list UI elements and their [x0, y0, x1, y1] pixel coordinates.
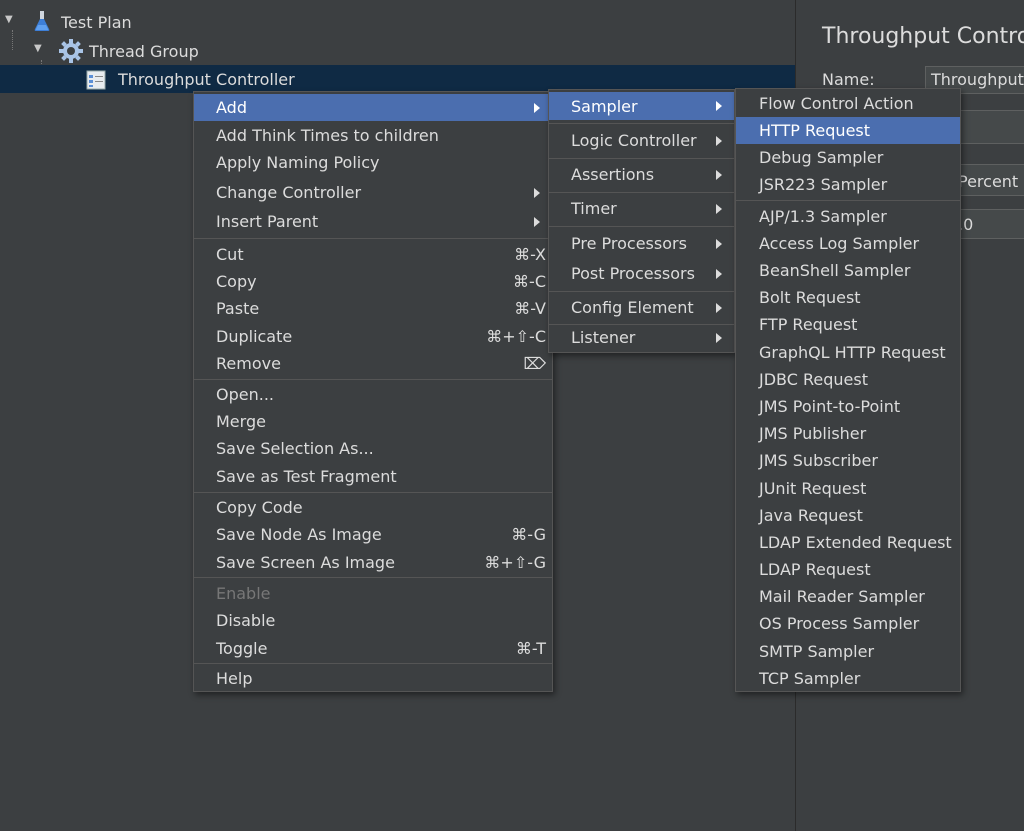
shortcut: ⌘+⇧-C	[486, 327, 546, 346]
shortcut: ⌘-X	[514, 245, 546, 264]
menu-item-enable: Enable	[216, 584, 271, 603]
menu-separator	[194, 379, 552, 380]
sampler-submenu: Flow Control Action HTTP Request Debug S…	[735, 88, 961, 692]
menu-item-merge[interactable]: Merge	[194, 408, 552, 435]
menu-separator	[549, 291, 734, 292]
menu-item-sampler[interactable]: Sampler	[549, 92, 734, 120]
menu-separator	[194, 663, 552, 664]
menu-item-jms-point-to-point[interactable]: JMS Point-to-Point	[736, 393, 960, 420]
menu-item-bolt-request[interactable]: Bolt Request	[736, 284, 960, 311]
menu-item-save-selection[interactable]: Save Selection As...	[194, 435, 552, 462]
tree-node-test-plan[interactable]: ▼ Test Plan	[0, 8, 790, 37]
shortcut: ⌘-C	[513, 272, 546, 291]
menu-item-jdbc-request[interactable]: JDBC Request	[736, 366, 960, 393]
menu-item-duplicate[interactable]: Duplicate ⌘+⇧-C	[194, 323, 552, 350]
chevron-right-icon	[534, 187, 540, 198]
menu-item-apply-naming-policy[interactable]: Apply Naming Policy	[194, 149, 552, 176]
shortcut: ⌘-T	[515, 639, 546, 658]
menu-separator	[549, 192, 734, 193]
chevron-right-icon	[534, 102, 540, 113]
menu-separator	[549, 226, 734, 227]
menu-item-access-log-sampler[interactable]: Access Log Sampler	[736, 230, 960, 257]
menu-item-smtp-sampler[interactable]: SMTP Sampler	[736, 638, 960, 665]
menu-item-save-screen-image[interactable]: Save Screen As Image ⌘+⇧-G	[194, 549, 552, 576]
menu-item-help[interactable]: Help	[194, 665, 552, 692]
menu-item-cut[interactable]: Cut ⌘-X	[194, 241, 552, 268]
tree-label: Thread Group	[89, 42, 199, 61]
shortcut: ⌘-V	[514, 299, 546, 318]
mode-select-value: Percent E	[958, 172, 1024, 191]
menu-item-save-fragment[interactable]: Save as Test Fragment	[194, 463, 552, 490]
menu-item-jms-subscriber[interactable]: JMS Subscriber	[736, 447, 960, 474]
menu-item-flow-control-action[interactable]: Flow Control Action	[736, 90, 960, 117]
menu-item-copy[interactable]: Copy ⌘-C	[194, 268, 552, 295]
expand-triangle-icon[interactable]: ▼	[34, 43, 42, 54]
shortcut: ⌘-G	[511, 525, 546, 544]
menu-item-config-element[interactable]: Config Element	[549, 294, 734, 321]
menu-separator	[549, 123, 734, 124]
panel-title: Throughput Controll	[822, 24, 1024, 49]
menu-separator	[194, 238, 552, 239]
menu-item-mail-reader-sampler[interactable]: Mail Reader Sampler	[736, 583, 960, 610]
menu-separator	[194, 492, 552, 493]
menu-item-junit-request[interactable]: JUnit Request	[736, 475, 960, 502]
menu-item-insert-parent[interactable]: Insert Parent	[194, 208, 552, 235]
menu-item-java-request[interactable]: Java Request	[736, 502, 960, 529]
menu-item-add-think-times[interactable]: Add Think Times to children	[194, 122, 552, 149]
menu-item-toggle[interactable]: Toggle ⌘-T	[194, 635, 552, 662]
comments-field[interactable]	[960, 110, 1024, 144]
menu-item-os-process-sampler[interactable]: OS Process Sampler	[736, 610, 960, 637]
menu-item-jms-publisher[interactable]: JMS Publisher	[736, 420, 960, 447]
shortcut: ⌘+⇧-G	[484, 553, 546, 572]
menu-item-ajp-sampler[interactable]: AJP/1.3 Sampler	[736, 203, 960, 230]
menu-item-tcp-sampler[interactable]: TCP Sampler	[736, 665, 960, 692]
menu-item-pre-processors[interactable]: Pre Processors	[549, 230, 734, 257]
menu-separator	[549, 158, 734, 159]
menu-separator	[194, 577, 552, 578]
menu-item-copy-code[interactable]: Copy Code	[194, 494, 552, 521]
menu-item-jsr223-sampler[interactable]: JSR223 Sampler	[736, 171, 960, 198]
menu-item-debug-sampler[interactable]: Debug Sampler	[736, 144, 960, 171]
menu-item-http-request[interactable]: HTTP Request	[736, 117, 960, 144]
tree-label: Test Plan	[61, 13, 132, 32]
menu-item-ldap-request[interactable]: LDAP Request	[736, 556, 960, 583]
name-label: Name:	[822, 70, 875, 89]
menu-item-save-node-image[interactable]: Save Node As Image ⌘-G	[194, 521, 552, 548]
menu-item-timer[interactable]: Timer	[549, 195, 734, 222]
menu-separator	[736, 200, 960, 201]
chevron-right-icon	[716, 332, 722, 343]
chevron-right-icon	[716, 302, 722, 313]
menu-item-open[interactable]: Open...	[194, 381, 552, 408]
chevron-right-icon	[716, 238, 722, 249]
menu-item-ftp-request[interactable]: FTP Request	[736, 311, 960, 338]
menu-item-listener[interactable]: Listener	[549, 324, 734, 351]
tree-node-thread-group[interactable]: ▼ Thread Group	[0, 37, 790, 66]
chevron-right-icon	[716, 101, 722, 111]
menu-item-graphql-http-request[interactable]: GraphQL HTTP Request	[736, 339, 960, 366]
context-menu: Add Add Think Times to children Apply Na…	[193, 91, 553, 692]
chevron-right-icon	[716, 203, 722, 214]
chevron-right-icon	[716, 169, 722, 180]
menu-item-change-controller[interactable]: Change Controller	[194, 179, 552, 206]
chevron-right-icon	[716, 268, 722, 279]
menu-item-paste[interactable]: Paste ⌘-V	[194, 295, 552, 322]
menu-item-ldap-extended-request[interactable]: LDAP Extended Request	[736, 529, 960, 556]
expand-triangle-icon[interactable]: ▼	[5, 14, 13, 25]
gear-icon	[59, 39, 83, 67]
menu-item-disable[interactable]: Disable	[194, 607, 552, 634]
menu-item-add[interactable]: Add	[194, 94, 552, 121]
add-submenu: Sampler Logic Controller Assertions Time…	[548, 89, 735, 353]
chevron-right-icon	[534, 216, 540, 227]
chevron-right-icon	[716, 135, 722, 146]
menu-item-logic-controller[interactable]: Logic Controller	[549, 127, 734, 154]
delete-icon: ⌦	[523, 354, 546, 373]
menu-item-post-processors[interactable]: Post Processors	[549, 260, 734, 287]
tree-label: Throughput Controller	[118, 70, 295, 89]
flask-icon	[33, 10, 51, 36]
menu-item-beanshell-sampler[interactable]: BeanShell Sampler	[736, 257, 960, 284]
menu-item-remove[interactable]: Remove ⌦	[194, 350, 552, 377]
menu-item-assertions[interactable]: Assertions	[549, 161, 734, 188]
controller-icon	[86, 70, 106, 94]
